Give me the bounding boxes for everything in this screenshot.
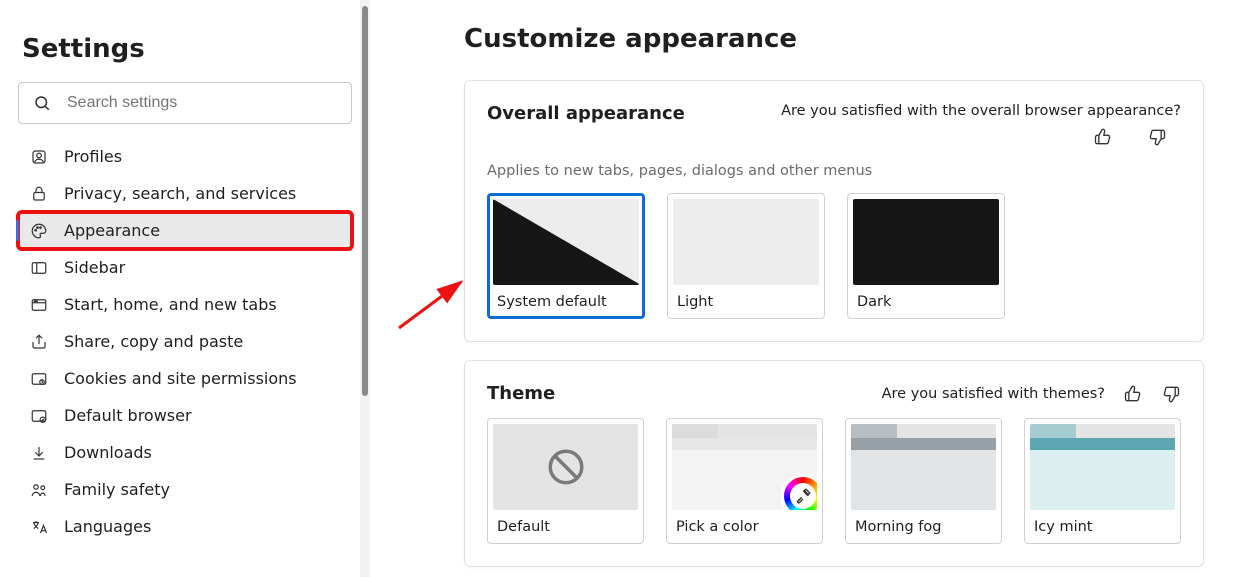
preview-theme-default [493,424,638,510]
main-content: Customize appearance Overall appearance … [370,0,1238,577]
search-input[interactable] [67,94,337,112]
eyedropper-icon [794,487,812,505]
theme-label: Default [497,519,638,535]
disabled-icon [545,446,587,488]
theme-title: Theme [487,383,555,404]
settings-title: Settings [22,34,352,64]
scrollbar-thumb[interactable] [362,6,368,396]
preview-theme-fog [851,424,996,510]
thumbs-up-icon[interactable] [1093,127,1113,147]
sidebar-item-label: Appearance [64,221,160,240]
home-icon [30,296,48,314]
sidebar-item-label: Privacy, search, and services [64,184,296,203]
theme-option-pick-color[interactable]: Pick a color [666,418,823,544]
settings-sidebar: Settings Profiles Privacy, search, and s… [0,0,370,577]
sidebar-item-profiles[interactable]: Profiles [18,138,352,175]
sidebar-item-label: Cookies and site permissions [64,369,297,388]
preview-theme-icy [1030,424,1175,510]
sidebar-item-label: Share, copy and paste [64,332,243,351]
sidebar-item-family[interactable]: Family safety [18,471,352,508]
appearance-option-light[interactable]: Light [667,193,825,319]
family-icon [30,481,48,499]
sidebar-item-cookies[interactable]: Cookies and site permissions [18,360,352,397]
theme-card: Theme Are you satisfied with themes? Def… [464,360,1204,567]
sidebar-item-label: Family safety [64,480,170,499]
option-label: Dark [857,294,999,310]
sidebar-item-appearance[interactable]: Appearance [18,212,352,249]
lock-icon [30,185,48,203]
theme-label: Pick a color [676,519,817,535]
theme-label: Morning fog [855,519,996,535]
sidebar-item-sidebar[interactable]: Sidebar [18,249,352,286]
feedback-block: Are you satisfied with the overall brows… [781,103,1181,147]
sidebar-item-default-browser[interactable]: Default browser [18,397,352,434]
sidebar-item-label: Sidebar [64,258,125,277]
overall-appearance-title: Overall appearance [487,103,685,124]
sidebar-icon [30,259,48,277]
feedback-thumbs [1093,127,1181,147]
share-icon [30,333,48,351]
appearance-option-dark[interactable]: Dark [847,193,1005,319]
appearance-options: System default Light Dark [487,193,1181,319]
feedback-prompt: Are you satisfied with themes? [882,386,1105,402]
sidebar-scrollbar[interactable] [360,0,370,577]
preview-theme-pick [672,424,817,510]
sidebar-item-label: Profiles [64,147,122,166]
overall-appearance-card: Overall appearance Are you satisfied wit… [464,80,1204,342]
sidebar-item-label: Languages [64,517,151,536]
card-header: Overall appearance Are you satisfied wit… [487,103,1181,147]
preview-light [673,199,819,285]
card-header: Theme Are you satisfied with themes? [487,383,1181,404]
thumbs-up-icon[interactable] [1123,384,1143,404]
overall-subtext: Applies to new tabs, pages, dialogs and … [487,163,1181,179]
sidebar-item-privacy[interactable]: Privacy, search, and services [18,175,352,212]
browser-icon [30,407,48,425]
languages-icon [30,518,48,536]
thumbs-down-icon[interactable] [1147,127,1167,147]
feedback-prompt: Are you satisfied with the overall brows… [781,103,1181,119]
search-settings[interactable] [18,82,352,124]
profile-icon [30,148,48,166]
theme-option-default[interactable]: Default [487,418,644,544]
palette-icon [30,222,48,240]
cookies-icon [30,370,48,388]
feedback-block: Are you satisfied with themes? [882,384,1181,404]
theme-label: Icy mint [1034,519,1175,535]
appearance-option-system-default[interactable]: System default [487,193,645,319]
preview-dark [853,199,999,285]
theme-options: Default Pick a color Morning fog [487,418,1181,544]
sidebar-item-label: Downloads [64,443,152,462]
sidebar-item-downloads[interactable]: Downloads [18,434,352,471]
sidebar-item-share[interactable]: Share, copy and paste [18,323,352,360]
sidebar-item-label: Default browser [64,406,192,425]
theme-option-icy-mint[interactable]: Icy mint [1024,418,1181,544]
download-icon [30,444,48,462]
page-title: Customize appearance [464,24,1204,54]
sidebar-item-start-home[interactable]: Start, home, and new tabs [18,286,352,323]
sidebar-item-languages[interactable]: Languages [18,508,352,545]
option-label: System default [497,294,639,310]
settings-nav: Profiles Privacy, search, and services A… [18,138,352,545]
thumbs-down-icon[interactable] [1161,384,1181,404]
theme-option-morning-fog[interactable]: Morning fog [845,418,1002,544]
sidebar-item-label: Start, home, and new tabs [64,295,277,314]
option-label: Light [677,294,819,310]
preview-system-default [493,199,639,285]
search-icon [33,94,51,112]
